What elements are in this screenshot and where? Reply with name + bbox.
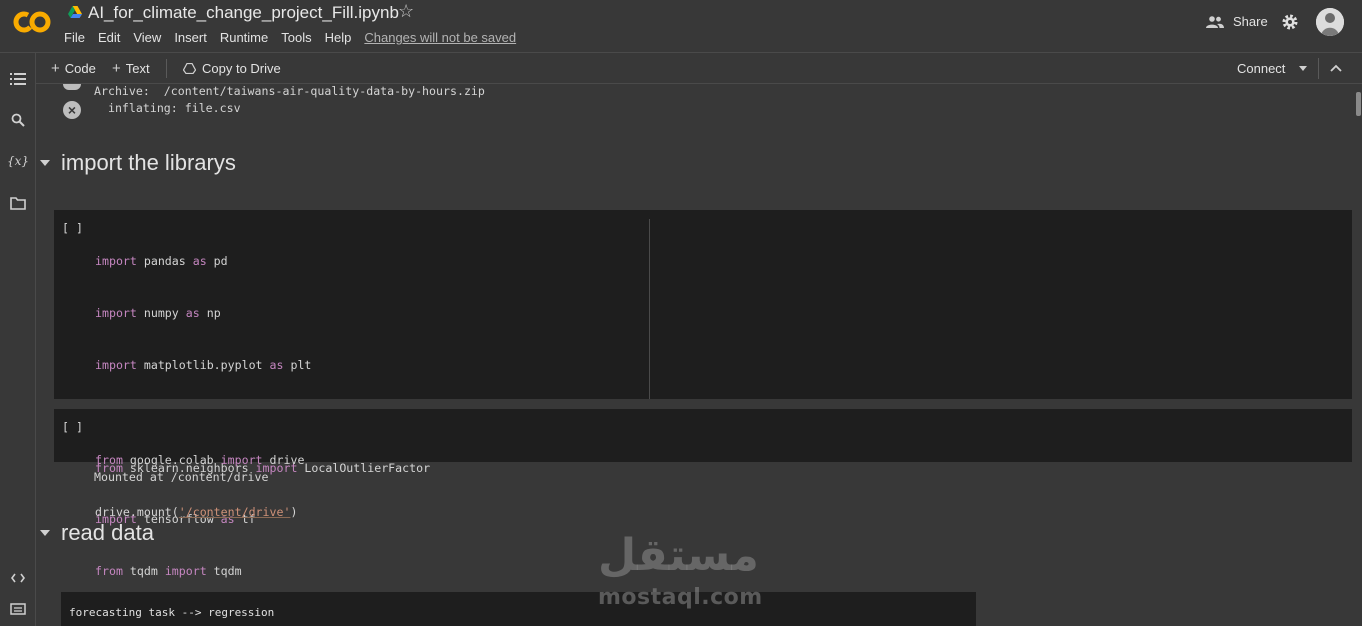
table-of-contents-icon[interactable] — [9, 70, 27, 88]
google-drive-icon — [68, 6, 82, 18]
gear-icon[interactable] — [1281, 13, 1299, 31]
terminal-icon[interactable] — [9, 600, 27, 618]
notebook-toolbar: + Code + Text Copy to Drive Connect — [36, 53, 1362, 84]
menu-runtime[interactable]: Runtime — [220, 30, 268, 45]
cell-output: Mounted at /content/drive — [94, 470, 269, 484]
colab-logo[interactable] — [12, 8, 52, 36]
section-heading: import the librarys — [61, 150, 236, 175]
previous-cell-run-icon[interactable] — [63, 84, 81, 90]
menu-tools[interactable]: Tools — [281, 30, 311, 45]
chevron-up-icon[interactable] — [1329, 61, 1343, 75]
avatar-image — [1316, 8, 1344, 36]
add-text-cell-button[interactable]: + Text — [112, 61, 150, 76]
variables-icon[interactable]: {x} — [7, 152, 29, 170]
output-line: Archive: /content/taiwans-air-quality-da… — [94, 84, 485, 98]
section-header[interactable]: read data — [40, 520, 154, 546]
menu-view[interactable]: View — [133, 30, 161, 45]
menu-bar: File Edit View Insert Runtime Tools Help… — [64, 30, 529, 45]
search-icon[interactable] — [9, 111, 27, 129]
avatar[interactable] — [1316, 8, 1344, 36]
connect-label: Connect — [1237, 61, 1286, 76]
chevron-down-icon[interactable] — [1299, 66, 1308, 71]
text-cell-content: forecasting task --> regression — [69, 606, 275, 619]
header: AI_for_climate_change_project_Fill.ipynb… — [0, 0, 1362, 53]
notebook-title[interactable]: AI_for_climate_change_project_Fill.ipynb — [88, 3, 399, 23]
menu-edit[interactable]: Edit — [98, 30, 120, 45]
scrollbar-thumb[interactable] — [1356, 92, 1361, 116]
add-code-label: Code — [64, 61, 96, 76]
text-cell[interactable]: forecasting task --> regression — [61, 592, 976, 626]
plus-icon: + — [51, 60, 60, 77]
run-cell-button[interactable]: [ ] — [62, 420, 83, 434]
copy-to-drive-label: Copy to Drive — [202, 61, 281, 76]
add-text-label: Text — [125, 61, 150, 76]
toolbar-divider — [166, 59, 167, 78]
files-icon[interactable] — [9, 194, 27, 212]
connect-button[interactable]: Connect — [1237, 61, 1308, 76]
run-cell-button[interactable]: [ ] — [62, 221, 83, 235]
people-icon — [1206, 15, 1224, 28]
share-button[interactable]: Share — [1206, 14, 1268, 29]
watermark-latin: mostaql.com — [598, 585, 763, 610]
section-header[interactable]: import the librarys — [40, 150, 236, 176]
clear-output-icon[interactable]: × — [63, 101, 81, 119]
code-line: import pandas as pd — [95, 254, 228, 269]
menu-file[interactable]: File — [64, 30, 85, 45]
output-line: inflating: file.csv — [94, 101, 241, 115]
collapse-triangle-icon[interactable] — [40, 160, 50, 166]
code-snippets-icon[interactable] — [9, 569, 27, 587]
star-icon[interactable]: ☆ — [398, 1, 414, 22]
unsaved-notice-link[interactable]: Changes will not be saved — [364, 30, 516, 45]
notebook-scrollbar[interactable] — [1354, 84, 1362, 626]
code-line: import numpy as np — [95, 306, 221, 321]
share-label: Share — [1233, 14, 1268, 29]
plus-icon: + — [112, 60, 121, 77]
section-heading: read data — [61, 520, 154, 545]
add-code-cell-button[interactable]: + Code — [51, 61, 96, 76]
code-line: from google.colab import drive — [95, 453, 305, 468]
menu-insert[interactable]: Insert — [174, 30, 207, 45]
code-line: drive.mount('/content/drive') — [95, 505, 298, 520]
copy-to-drive-button[interactable]: Copy to Drive — [183, 61, 281, 76]
menu-help[interactable]: Help — [325, 30, 352, 45]
watermark-arabic: مستقل — [598, 530, 759, 581]
drive-outline-icon — [183, 63, 196, 74]
code-line: import matplotlib.pyplot as plt — [95, 357, 312, 372]
left-sidebar: {x} — [0, 53, 36, 626]
toolbar-divider — [1318, 58, 1319, 79]
collapse-triangle-icon[interactable] — [40, 530, 50, 536]
